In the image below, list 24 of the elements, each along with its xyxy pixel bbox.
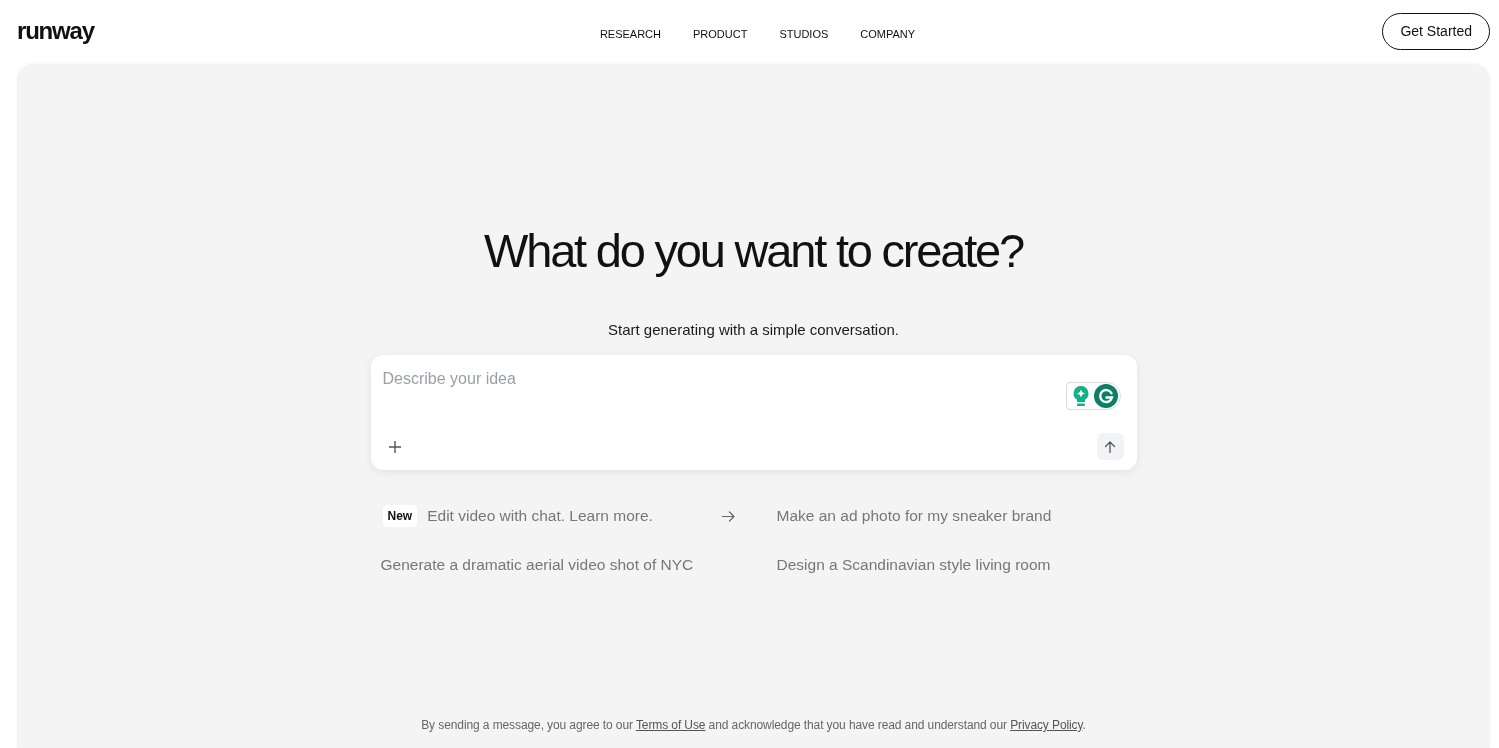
announcement-link[interactable]: New Edit video with chat. Learn more. (380, 502, 735, 530)
privacy-link[interactable]: Privacy Policy (1010, 718, 1083, 732)
arrow-right-icon (721, 510, 735, 522)
hero-heading: What do you want to create? (484, 223, 1023, 279)
nav-link[interactable]: COMPANY (860, 27, 916, 41)
plus-icon (388, 440, 401, 453)
nav-link[interactable]: STUDIOS (779, 27, 829, 41)
new-badge: New (382, 505, 418, 527)
legal-notice: By sending a message, you agree to our Terms of Use and acknowledge that you have read and understand our Privacy Policy. (421, 717, 1086, 733)
suggestion-link[interactable]: Make an ad photo for my sneaker brand (776, 502, 1052, 530)
send-button[interactable] (1096, 433, 1124, 460)
hero-subtitle: Start generating with a simple conversation. (608, 320, 899, 340)
ring-logo-icon (1093, 384, 1118, 408)
extension-widget[interactable] (1065, 382, 1121, 410)
arrow-up-icon (1104, 440, 1116, 453)
brand-logo[interactable]: runway (17, 17, 94, 45)
nav-link[interactable]: PRODUCT (693, 27, 748, 41)
prompt-input[interactable]: Describe your idea (382, 368, 1043, 390)
suggestion-link[interactable]: Generate a dramatic aerial video shot of NYC (380, 551, 694, 579)
suggestion-link[interactable]: Design a Scandinavian style living room (776, 551, 1051, 579)
get-started-button[interactable]: Get Started (1382, 12, 1490, 50)
lightbulb-icon (1071, 385, 1090, 407)
nav-link[interactable]: RESEARCH (599, 27, 661, 41)
terms-link[interactable]: Terms of Use (635, 718, 706, 732)
